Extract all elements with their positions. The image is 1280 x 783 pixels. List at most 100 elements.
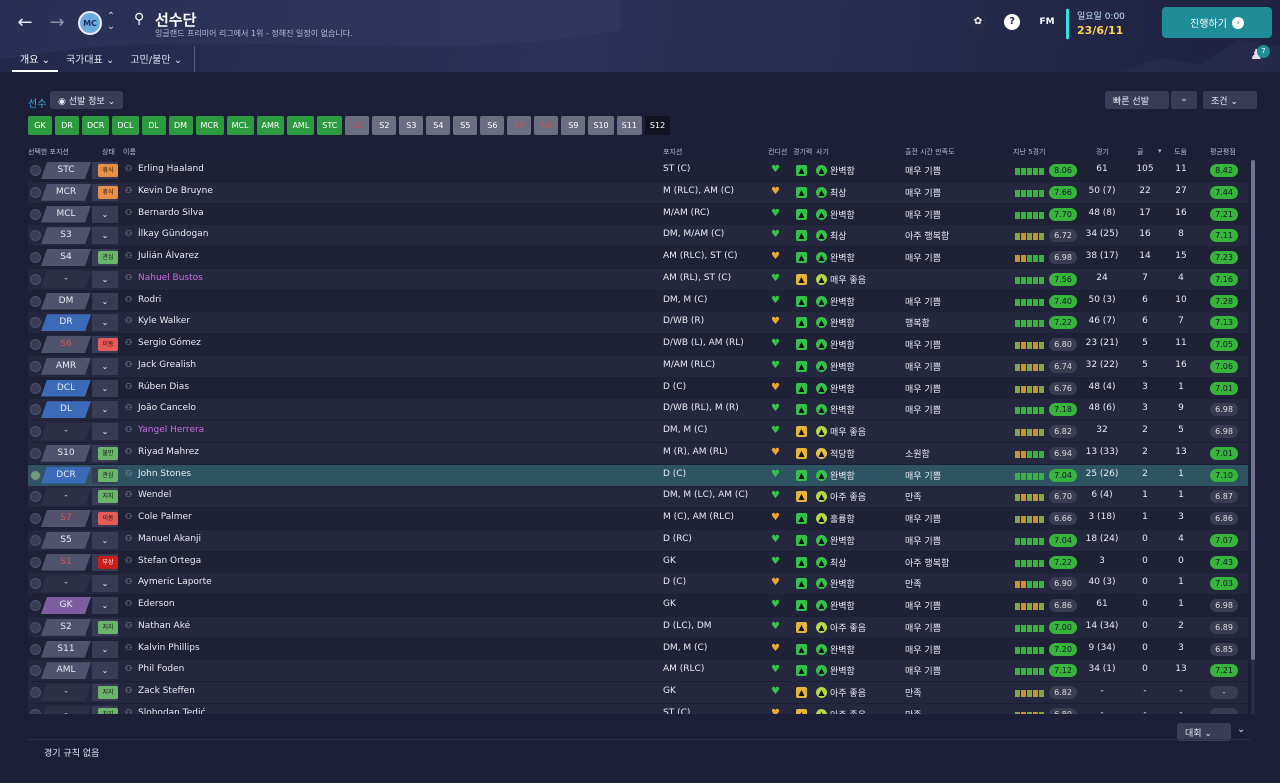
row-checkbox[interactable] (30, 708, 41, 714)
position-select[interactable]: S2 (41, 618, 91, 636)
row-checkbox[interactable] (30, 273, 41, 285)
player-name[interactable]: Riyad Mahrez (138, 447, 199, 457)
chip-s5[interactable]: S5 (453, 116, 478, 135)
player-name[interactable]: Nathan Aké (138, 621, 190, 631)
position-select[interactable]: S10 (41, 444, 91, 462)
player-name[interactable]: Phil Foden (138, 664, 184, 674)
fm-logo-icon[interactable]: FM (1036, 14, 1058, 30)
player-name[interactable]: Rúben Dias (138, 382, 189, 392)
chip-s6[interactable]: S6 (480, 116, 505, 135)
chevron-down-icon[interactable]: ⌄ (92, 531, 118, 549)
player-name[interactable]: Erling Haaland (138, 164, 204, 174)
row-checkbox[interactable] (30, 165, 41, 176)
position-select[interactable]: - (41, 423, 91, 440)
table-row[interactable]: -⌄지지⚇Slobodan TedićST (C)♥▲▲아주 좋음만족6.80-… (28, 703, 1248, 714)
chip-dm[interactable]: DM (168, 116, 193, 135)
position-select[interactable]: S11 (41, 640, 91, 658)
tab-concerns[interactable]: 고민/불만 ⌄ (122, 46, 190, 72)
chip-s11[interactable]: S11 (616, 116, 642, 135)
player-name[interactable]: İlkay Gündogan (138, 229, 208, 239)
table-row[interactable]: S1⌄부상⚇Stefan OrtegaGK♥▲▲최상아주 행복함7.223007… (28, 551, 1248, 573)
position-select[interactable]: S1 (41, 553, 91, 571)
position-select[interactable]: DR (41, 314, 91, 332)
position-select[interactable]: - (41, 705, 91, 714)
chip-dcr[interactable]: DCR (82, 116, 110, 135)
table-row[interactable]: S11 ⌄ ⚇ Kalvin Phillips DM, M (C) ♥ ▲ ▲ 완벽함 매우 기쁨… (28, 638, 1248, 660)
col-sharpness[interactable]: 경기력 (793, 147, 812, 157)
scrollbar[interactable] (1251, 160, 1255, 714)
player-name[interactable]: Aymeric Laporte (138, 577, 212, 587)
position-select[interactable]: S7 (41, 510, 91, 527)
chip-amr[interactable]: AMR (256, 116, 285, 135)
help-icon[interactable]: ? (1004, 14, 1020, 30)
player-name[interactable]: Stefan Ortega (138, 556, 201, 566)
col-name[interactable]: 이름 (123, 147, 136, 157)
table-row[interactable]: -⌄지지⚇Zack SteffenGK♥▲▲아주 좋음만족6.82---- (28, 682, 1248, 703)
row-checkbox[interactable] (30, 534, 41, 546)
position-select[interactable]: S5 (41, 531, 91, 549)
row-checkbox[interactable] (30, 230, 41, 242)
row-checkbox[interactable] (30, 578, 41, 590)
club-crest-icon[interactable]: MC (78, 11, 102, 35)
chevron-down-icon[interactable]: ⌄ (92, 227, 118, 245)
position-select[interactable]: AML (41, 662, 91, 680)
table-row[interactable]: DCR⌄관심⚇John StonesD (C)♥▲▲완벽함매우 기쁨7.0425… (28, 464, 1248, 486)
date-display[interactable]: 일요일 0:00 23/6/11 (1066, 9, 1125, 39)
position-select[interactable]: - (41, 575, 91, 593)
player-name[interactable]: Julián Álvarez (138, 251, 199, 261)
player-name[interactable]: Yangel Herrera (138, 425, 204, 435)
table-row[interactable]: AMR ⌄ ⚇ Jack Grealish M/AM (RLC) ♥ ▲ ▲ 완벽함 매우 기쁨 6… (28, 355, 1248, 377)
col-selected-position[interactable]: 선택한 포지션 (28, 147, 69, 157)
search-icon[interactable]: ⚲ (134, 11, 150, 27)
chip-mcr[interactable]: MCR (195, 116, 224, 135)
player-name[interactable]: Manuel Akanji (138, 534, 201, 544)
player-name[interactable]: Kalvin Phillips (138, 643, 200, 653)
player-name[interactable]: Cole Palmer (138, 512, 192, 522)
brain-icon[interactable]: ✿ (970, 14, 986, 30)
row-checkbox[interactable] (30, 382, 41, 394)
position-select[interactable]: - (41, 488, 91, 506)
row-checkbox[interactable] (30, 469, 41, 481)
position-select[interactable]: MCR (41, 183, 91, 201)
player-name[interactable]: Bernardo Silva (138, 208, 204, 218)
row-checkbox[interactable] (30, 186, 41, 198)
player-name[interactable]: Wendel (138, 490, 171, 500)
chip-dr[interactable]: DR (55, 116, 79, 135)
sort-desc-icon[interactable]: ▾ (1158, 147, 1162, 155)
col-last5[interactable]: 지난 5경기 (1013, 147, 1045, 157)
chevron-down-icon[interactable]: ⌄ (92, 401, 118, 419)
chip-s1[interactable]: S1 (345, 116, 370, 135)
col-playtime[interactable]: 출전 시간 만족도 (905, 147, 955, 157)
filter-dropdown[interactable]: 조건 ⌄ (1203, 91, 1257, 109)
row-checkbox[interactable] (30, 687, 41, 698)
row-checkbox[interactable] (30, 317, 41, 329)
table-row[interactable]: - ⌄ ⚇ Yangel Herrera DM, M (C) ♥ ▲ ▲ 매우 좋음 6.82 32… (28, 421, 1248, 442)
table-row[interactable]: - ⌄ ⚇ Aymeric Laporte D (C) ♥ ▲ ▲ 완벽함 만족 6.90 40 (3… (28, 573, 1248, 595)
row-checkbox[interactable] (30, 600, 41, 611)
table-row[interactable]: GK ⌄ ⚇ Ederson GK ♥ ▲ ▲ 완벽함 매우 기쁨 6.86 61 0 1 6.98 (28, 595, 1248, 616)
player-name[interactable]: Kyle Walker (138, 316, 190, 326)
row-checkbox[interactable] (30, 404, 41, 416)
chevron-down-icon[interactable]: ⌄ (92, 379, 118, 397)
player-name[interactable]: John Stones (138, 469, 191, 479)
position-select[interactable]: S6 (41, 336, 91, 353)
chip-gk[interactable]: GK (28, 116, 52, 135)
position-select[interactable]: GK (41, 597, 91, 614)
table-row[interactable]: STC⌄휴식⚇Erling HaalandST (C)♥▲▲완벽함매우 기쁨8.… (28, 160, 1248, 181)
player-name[interactable]: Sergio Gómez (138, 338, 201, 348)
chevron-down-icon[interactable]: ⌄ (92, 640, 118, 658)
player-name[interactable]: Nahuel Bustos (138, 273, 203, 283)
row-checkbox[interactable] (30, 665, 41, 677)
view-dropdown[interactable]: ◉ 선발 정보 ⌄ (50, 91, 124, 109)
col-assists[interactable]: 도움 (1174, 147, 1187, 157)
position-select[interactable]: DL (41, 401, 91, 419)
row-checkbox[interactable] (30, 643, 41, 655)
table-row[interactable]: S7⌄이동⚇Cole PalmerM (C), AM (RLC)♥▲▲훌륭함매우… (28, 508, 1248, 529)
chip-s7[interactable]: S7 (507, 116, 532, 135)
position-select[interactable]: DCR (41, 466, 91, 484)
table-row[interactable]: MCR⌄휴식⚇Kevin De BruyneM (RLC), AM (C)♥▲▲… (28, 181, 1248, 203)
chip-dcl[interactable]: DCL (112, 116, 139, 135)
table-row[interactable]: DL ⌄ ⚇ João Cancelo D/WB (RL), M (R) ♥ ▲ ▲ 완벽함 매우… (28, 399, 1248, 421)
chevron-down-icon[interactable]: ⌄ (1237, 724, 1245, 735)
chevron-down-icon[interactable]: ⌄ (92, 357, 118, 375)
